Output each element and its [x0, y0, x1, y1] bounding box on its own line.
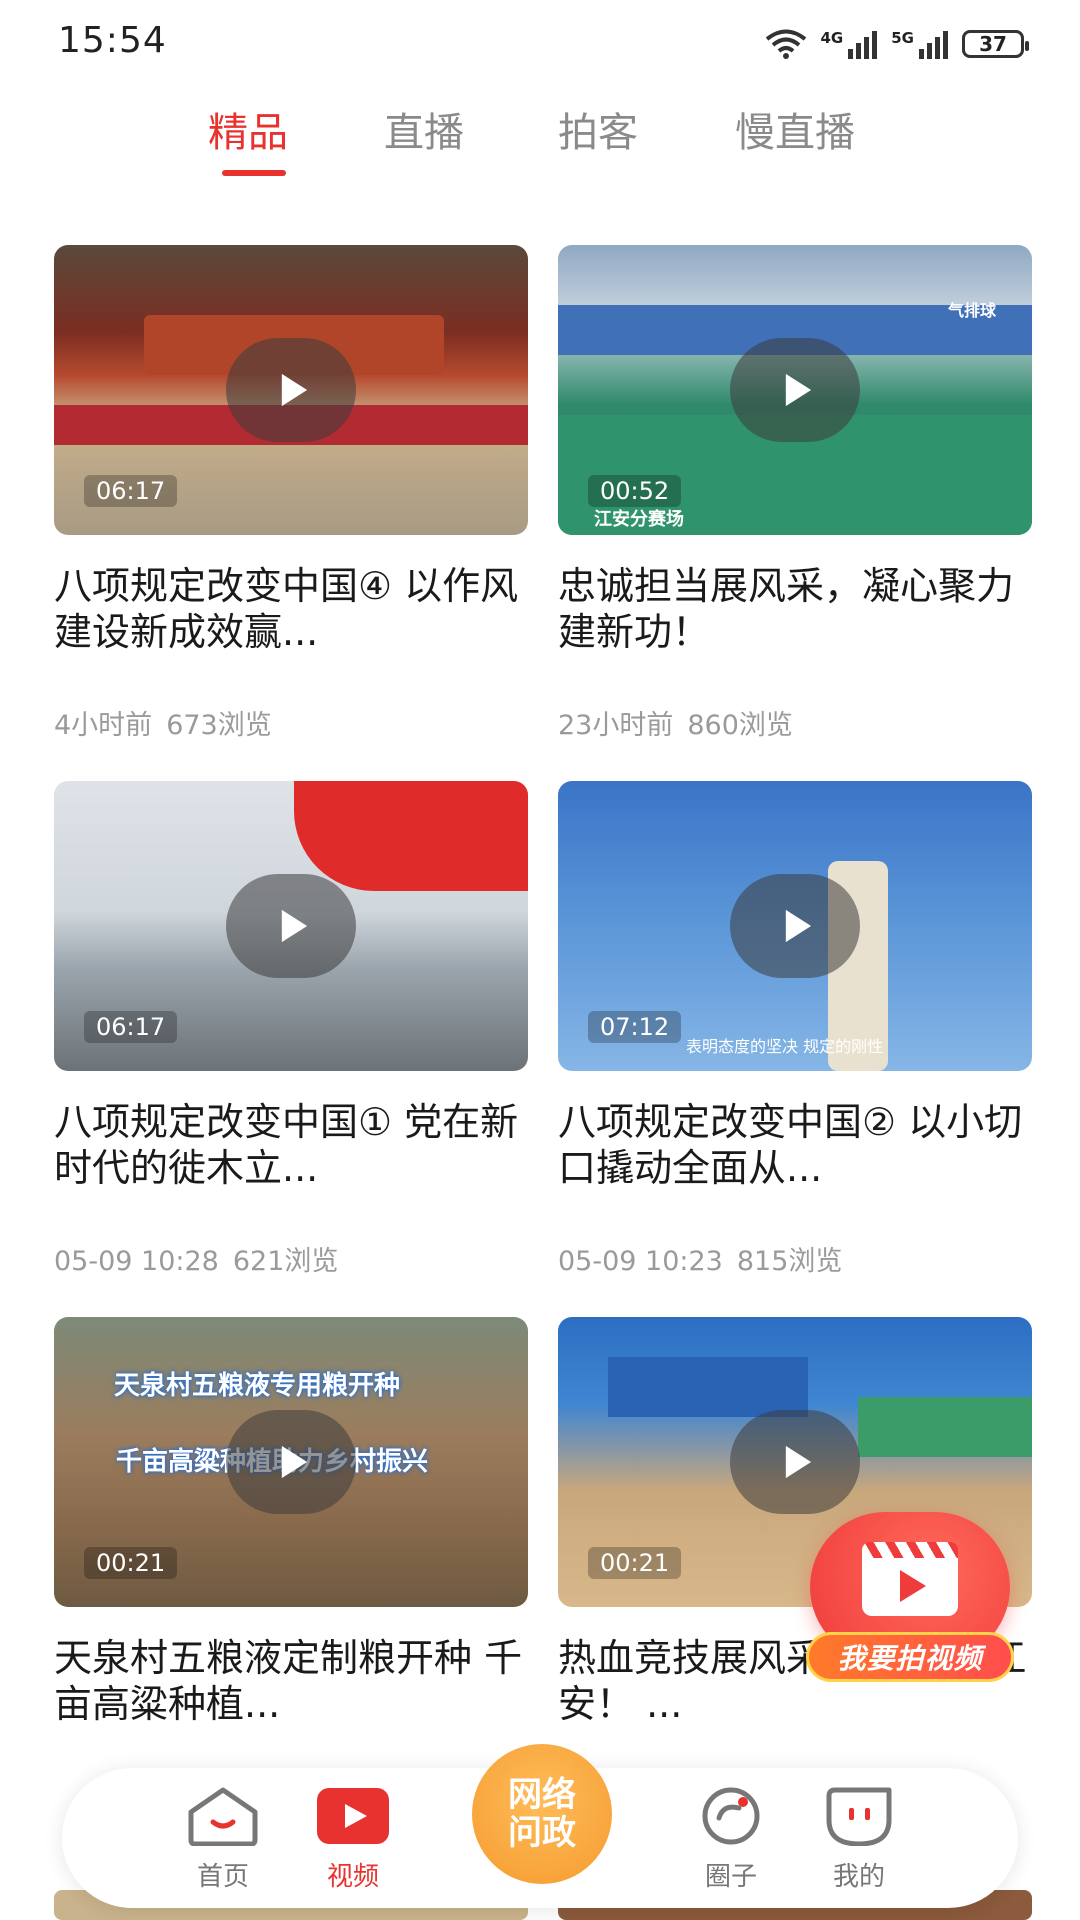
status-bar: 15:54 4G 5G 37 — [0, 0, 1080, 90]
battery-level: 37 — [979, 32, 1007, 56]
view-count: 673浏览 — [166, 710, 272, 741]
thumbnail-caption: 表明态度的坚决 规定的刚性 — [686, 1037, 884, 1056]
video-title[interactable]: 八项规定改变中国② 以小切口撬动全面从... — [558, 1099, 1032, 1191]
battery-icon: 37 — [962, 30, 1029, 58]
tab-jingpin[interactable]: 精品 — [208, 100, 288, 158]
view-count: 860浏览 — [687, 710, 793, 741]
publish-time: 4小时前 — [54, 710, 153, 741]
play-icon[interactable] — [226, 874, 356, 978]
bottom-navigation: 首页 视频 网络 问政 圈子 我的 — [62, 1744, 1018, 1908]
active-tab-indicator — [222, 170, 286, 176]
publish-time: 05-09 10:23 — [558, 1246, 723, 1277]
nav-mine[interactable]: 我的 — [794, 1786, 924, 1893]
video-title[interactable]: 天泉村五粮液定制粮开种 千亩高粱种植... — [54, 1635, 528, 1727]
tab-zhibo[interactable]: 直播 — [384, 100, 464, 158]
video-thumbnail[interactable]: 气排球 江安分赛场 00:52 — [558, 245, 1032, 535]
clapperboard-icon — [862, 1542, 958, 1616]
record-video-label[interactable]: 我要拍视频 — [806, 1632, 1014, 1682]
nav-video[interactable]: 视频 — [288, 1786, 418, 1893]
video-duration: 06:17 — [84, 475, 178, 507]
nav-center-line2: 问政 — [508, 1813, 576, 1853]
video-title[interactable]: 八项规定改变中国① 党在新时代的徙木立... — [54, 1099, 528, 1191]
circle-icon — [702, 1787, 760, 1845]
nav-circle-label: 圈子 — [704, 1862, 757, 1892]
profile-icon — [826, 1787, 892, 1847]
play-icon[interactable] — [730, 1410, 860, 1514]
nav-circle[interactable]: 圈子 — [666, 1786, 796, 1893]
nav-home-label: 首页 — [196, 1862, 249, 1892]
channel-tabs: 精品 直播 拍客 慢直播 — [0, 100, 1080, 180]
video-duration: 00:52 — [588, 475, 682, 507]
video-thumbnail[interactable]: 06:17 — [54, 245, 528, 535]
play-icon[interactable] — [730, 874, 860, 978]
video-play-icon — [317, 1788, 389, 1844]
play-icon[interactable] — [730, 338, 860, 442]
video-meta: 05-09 10:23 815浏览 — [558, 1239, 842, 1278]
home-icon — [188, 1787, 258, 1847]
thumbnail-caption: 气排球 — [948, 301, 997, 320]
record-video-button[interactable]: 我要拍视频 — [806, 1512, 1014, 1682]
video-meta: 4小时前 673浏览 — [54, 703, 272, 742]
play-icon[interactable] — [226, 338, 356, 442]
publish-time: 23小时前 — [558, 710, 674, 741]
video-duration: 00:21 — [84, 1547, 178, 1579]
tab-man-zhibo[interactable]: 慢直播 — [735, 100, 855, 158]
thumbnail-place: 江安分赛场 — [594, 509, 684, 530]
nav-wangluo-wenzheng[interactable]: 网络 问政 — [472, 1744, 612, 1884]
signal-4g-icon: 4G — [821, 29, 878, 59]
play-icon[interactable] — [226, 1410, 356, 1514]
status-time: 15:54 — [58, 20, 167, 61]
nav-center-line1: 网络 — [508, 1775, 576, 1815]
video-meta: 23小时前 860浏览 — [558, 703, 793, 742]
video-duration: 07:12 — [588, 1011, 682, 1043]
video-thumbnail[interactable]: 天泉村五粮液专用粮开种 千亩高粱种植助力乡村振兴 00:21 — [54, 1317, 528, 1607]
video-meta: 05-09 10:28 621浏览 — [54, 1239, 338, 1278]
publish-time: 05-09 10:28 — [54, 1246, 219, 1277]
view-count: 815浏览 — [736, 1246, 843, 1277]
nav-mine-label: 我的 — [832, 1862, 885, 1892]
video-title[interactable]: 八项规定改变中国④ 以作风建设新成效赢... — [54, 563, 528, 655]
video-title[interactable]: 忠诚担当展风采，凝心聚力建新功！ — [558, 563, 1032, 655]
video-thumbnail[interactable]: 表明态度的坚决 规定的刚性 07:12 — [558, 781, 1032, 1071]
video-thumbnail[interactable]: 06:17 — [54, 781, 528, 1071]
thumbnail-caption: 天泉村五粮液专用粮开种 — [114, 1371, 401, 1401]
signal-5g-icon: 5G — [891, 29, 948, 59]
nav-home[interactable]: 首页 — [158, 1786, 288, 1893]
tab-paike[interactable]: 拍客 — [558, 100, 638, 158]
video-duration: 06:17 — [84, 1011, 178, 1043]
status-icons: 4G 5G 37 — [765, 26, 1029, 62]
view-count: 621浏览 — [232, 1246, 339, 1277]
wifi-icon — [765, 29, 806, 59]
nav-video-label: 视频 — [326, 1862, 379, 1892]
video-duration: 00:21 — [588, 1547, 682, 1579]
